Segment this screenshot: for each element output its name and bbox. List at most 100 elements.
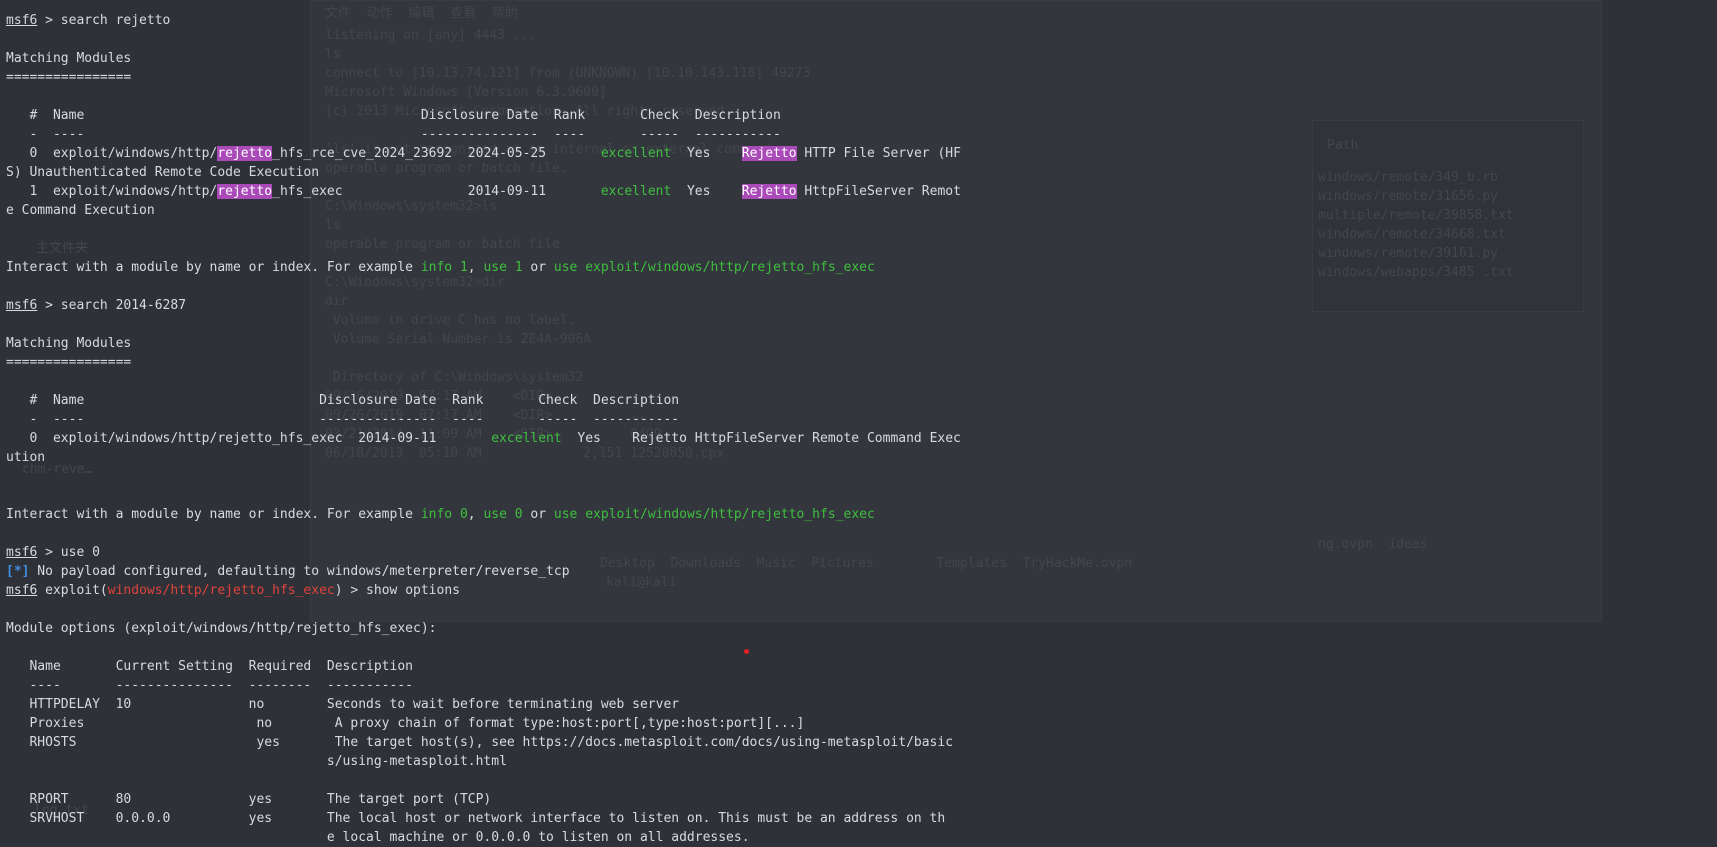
- green-text: excellent: [491, 431, 562, 446]
- terminal-line: [*] No payload configured, defaulting to…: [6, 562, 961, 581]
- msf-prompt: msf6: [6, 13, 38, 28]
- terminal-text: 0 exploit/windows/http/rejetto_hfs_exec …: [6, 431, 492, 446]
- terminal-line: RPORT 80 yes The target port (TCP): [6, 790, 961, 809]
- terminal-text: ,: [467, 507, 484, 522]
- terminal-line: Interact with a module by name or index.…: [6, 505, 961, 524]
- terminal-line: 1 exploit/windows/http/rejetto_hfs_exec …: [6, 182, 961, 201]
- terminal-text: S) Unauthenticated Remote Code Execution: [6, 165, 320, 180]
- terminal-line: Proxies no A proxy chain of format type:…: [6, 714, 961, 733]
- terminal-output[interactable]: msf6 > search rejetto Matching Modules ===…: [6, 11, 961, 847]
- terminal-line: HTTPDELAY 10 no Seconds to wait before t…: [6, 695, 961, 714]
- info-marker: [*]: [6, 564, 30, 579]
- terminal-line: ution: [6, 448, 961, 467]
- ghost-right-item: windows/remote/34668.txt: [1318, 227, 1506, 242]
- green-text: use 1: [483, 260, 523, 275]
- terminal-line: 0 exploit/windows/http/rejetto_hfs_rce_c…: [6, 144, 961, 163]
- search-highlight: rejetto: [217, 146, 273, 161]
- msf-prompt: msf6: [6, 298, 38, 313]
- terminal-line: # Name Disclosure Date Rank Check Descri…: [6, 391, 961, 410]
- terminal-text: ================: [6, 70, 132, 85]
- terminal-text: Proxies no A proxy chain of format type:…: [6, 716, 805, 731]
- terminal-line: s/using-metasploit.html: [6, 752, 961, 771]
- terminal-line: msf6 > search 2014-6287: [6, 296, 961, 315]
- terminal-text: Matching Modules: [6, 51, 132, 66]
- ghost-right-item: windows/remote/31656.py: [1318, 189, 1499, 204]
- terminal-text: RHOSTS yes The target host(s), see https…: [6, 735, 954, 750]
- terminal-text: 1 exploit/windows/http/: [6, 184, 218, 199]
- terminal-text: _hfs_exec 2014-09-11: [272, 184, 601, 199]
- terminal-text: Yes: [671, 184, 742, 199]
- terminal-line: msf6 exploit(windows/http/rejetto_hfs_ex…: [6, 581, 961, 600]
- ghost-right-item: windows/remote/349_b.rb: [1318, 170, 1499, 185]
- terminal-text: Module options (exploit/windows/http/rej…: [6, 621, 437, 636]
- terminal-text: No payload configured, defaulting to win…: [29, 564, 570, 579]
- green-text: excellent: [600, 146, 672, 161]
- red-dot-marker: [744, 649, 749, 654]
- ghost-right-item: multiple/remote/39858.txt: [1318, 208, 1514, 223]
- terminal-text: ---- --------------- -------- ----------…: [6, 678, 413, 693]
- green-text: excellent: [600, 184, 672, 199]
- terminal-text: HTTPDELAY 10 no Seconds to wait before t…: [6, 697, 680, 712]
- terminal-text: or: [522, 260, 554, 275]
- terminal-text: Yes Rejetto HttpFileServer Remote Comman…: [561, 431, 961, 446]
- terminal-line: Interact with a module by name or index.…: [6, 258, 961, 277]
- green-text: use exploit/windows/http/rejetto_hfs_exe…: [553, 507, 875, 522]
- terminal-text: Interact with a module by name or index.…: [6, 507, 421, 522]
- terminal-line: msf6 > use 0: [6, 543, 961, 562]
- terminal-text: - ---- --------------- ---- ----- ------…: [6, 127, 781, 142]
- terminal-text: Name Current Setting Required Descriptio…: [6, 659, 413, 674]
- terminal-line: ---- --------------- -------- ----------…: [6, 676, 961, 695]
- ghost-right-file: ng.ovpn ideas: [1318, 537, 1428, 552]
- green-text: use exploit/windows/http/rejetto_hfs_exe…: [553, 260, 875, 275]
- terminal-text: _hfs_rce_cve_2024_23692 2024-05-25: [272, 146, 601, 161]
- terminal-line: e local machine or 0.0.0.0 to listen on …: [6, 828, 961, 847]
- terminal-text: Interact with a module by name or index.…: [6, 260, 421, 275]
- terminal-text: - ---- --------------- ---- ----- ------…: [6, 412, 680, 427]
- terminal-line: - ---- --------------- ---- ----- ------…: [6, 410, 961, 429]
- search-highlight: Rejetto: [741, 184, 797, 199]
- terminal-text: ) > show options: [334, 583, 460, 598]
- terminal-text: e local machine or 0.0.0.0 to listen on …: [6, 830, 750, 845]
- terminal-text: exploit(: [37, 583, 108, 598]
- terminal-text: > search 2014-6287: [37, 298, 187, 313]
- terminal-text: ,: [467, 260, 484, 275]
- terminal-text: SRVHOST 0.0.0.0 yes The local host or ne…: [6, 811, 946, 826]
- green-text: use 0: [483, 507, 523, 522]
- terminal-text: RPORT 80 yes The target port (TCP): [6, 792, 492, 807]
- terminal-text: ================: [6, 355, 132, 370]
- terminal-line: 0 exploit/windows/http/rejetto_hfs_exec …: [6, 429, 961, 448]
- terminal-line: SRVHOST 0.0.0.0 yes The local host or ne…: [6, 809, 961, 828]
- msf-prompt: msf6: [6, 583, 38, 598]
- module-name-red: windows/http/rejetto_hfs_exec: [107, 583, 335, 598]
- ghost-right-item: Path: [1327, 138, 1359, 153]
- terminal-line: S) Unauthenticated Remote Code Execution: [6, 163, 961, 182]
- terminal-text: # Name Disclosure Date Rank Check Descri…: [6, 393, 680, 408]
- terminal-line: e Command Execution: [6, 201, 961, 220]
- terminal-text: Matching Modules: [6, 336, 132, 351]
- terminal-line: - ---- --------------- ---- ----- ------…: [6, 125, 961, 144]
- terminal-line: ================: [6, 68, 961, 87]
- terminal-line: ================: [6, 353, 961, 372]
- terminal-line: RHOSTS yes The target host(s), see https…: [6, 733, 961, 752]
- search-highlight: Rejetto: [741, 146, 797, 161]
- ghost-right-item: windows/remote/39161.py: [1318, 246, 1499, 261]
- terminal-line: msf6 > search rejetto: [6, 11, 961, 30]
- terminal-line: Matching Modules: [6, 49, 961, 68]
- ghost-right-item: windows/webapps/3485 .txt: [1318, 265, 1514, 280]
- green-text: info 0: [420, 507, 468, 522]
- terminal-text: e Command Execution: [6, 203, 155, 218]
- terminal-line: # Name Disclosure Date Rank Check Descri…: [6, 106, 961, 125]
- green-text: info 1: [420, 260, 468, 275]
- terminal-text: HTTP File Server (HF: [796, 146, 961, 161]
- terminal-text: Yes: [671, 146, 742, 161]
